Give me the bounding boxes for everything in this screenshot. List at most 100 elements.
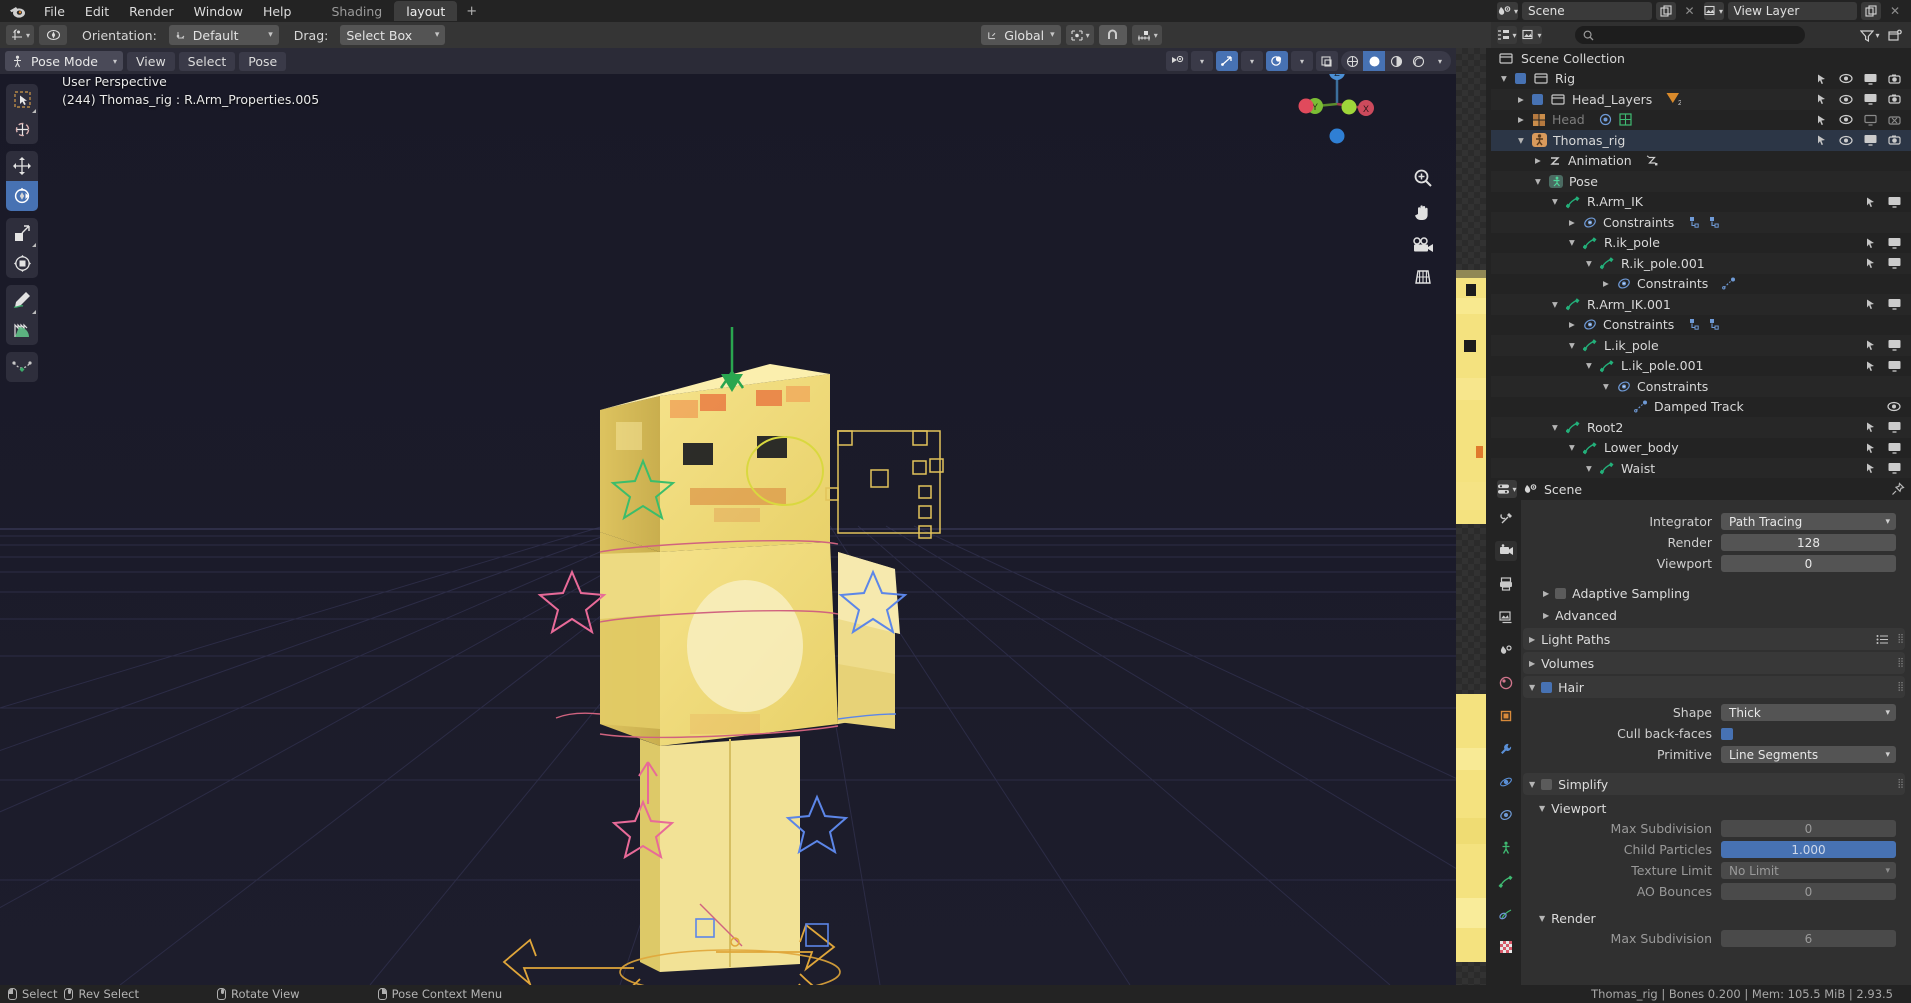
viewport-menu-select[interactable]: Select (178, 51, 236, 71)
properties-editor[interactable]: ▾ Scene Integrator Path Tracing ▾ Render… (1491, 478, 1911, 985)
drag-dropdown[interactable]: Select Box ▾ (340, 25, 446, 45)
render-max-subdivision-field[interactable]: 6 (1721, 930, 1896, 947)
chevron-down-icon[interactable]: ▼ (1586, 258, 1597, 269)
hair-checkbox[interactable] (1541, 681, 1553, 693)
monitor-toggle[interactable] (1864, 73, 1877, 85)
tool-rotate[interactable] (6, 181, 38, 211)
eye-toggle[interactable] (1839, 135, 1853, 146)
tool-annotate[interactable] (6, 285, 38, 315)
object-tab[interactable] (1495, 706, 1517, 726)
3d-viewport[interactable]: Pose Mode ▾ View Select Pose ▾ ▾ ▾ ▾ Use… (0, 48, 1456, 985)
outliner-row[interactable]: Damped Track (1491, 397, 1911, 418)
workspace-tab-shading[interactable]: Shading (319, 1, 394, 21)
outliner-row[interactable]: ▶ Constraints (1491, 315, 1911, 336)
physics-tab[interactable] (1495, 772, 1517, 792)
monitor-toggle[interactable] (1888, 257, 1901, 269)
texture-tab[interactable] (1495, 937, 1517, 957)
output-tab[interactable] (1495, 574, 1517, 594)
monitor-off-toggle[interactable] (1864, 114, 1877, 126)
view-layer-name-field[interactable]: View Layer (1727, 2, 1858, 20)
outliner-row[interactable]: ▼ Root2 (1491, 417, 1911, 438)
world-tab[interactable] (1495, 673, 1517, 693)
restrict-select-toggle[interactable] (1816, 93, 1828, 105)
monitor-toggle[interactable] (1888, 421, 1901, 433)
outliner-row[interactable]: ▼ Pose (1491, 171, 1911, 192)
outliner-editor[interactable]: ▾ Scene ✕ ▾ View Layer ✕ ▾ ▾ ▾ Scene Col… (1491, 0, 1911, 478)
render-samples-field[interactable]: 128 (1721, 534, 1896, 551)
shading-solid[interactable] (1363, 51, 1385, 71)
shading-mode-group[interactable]: ▾ (1341, 51, 1451, 71)
primitive-dropdown[interactable]: Line Segments ▾ (1721, 746, 1896, 763)
shading-rendered[interactable] (1407, 51, 1429, 71)
tool-transform[interactable] (6, 248, 38, 278)
camera-toggle[interactable] (1888, 73, 1901, 85)
chevron-down-icon[interactable]: ▼ (1552, 299, 1563, 310)
view-layer-tab[interactable] (1495, 607, 1517, 627)
outliner-row[interactable]: ▼ R.Arm_IK (1491, 192, 1911, 213)
chevron-down-icon[interactable]: ▼ (1501, 73, 1512, 84)
pan-view-icon[interactable] (1413, 202, 1433, 222)
tool-measure[interactable] (6, 315, 38, 345)
new-view-layer-icon[interactable] (1861, 2, 1882, 20)
shading-material-preview[interactable] (1385, 51, 1407, 71)
chevron-down-icon[interactable]: ▼ (1535, 176, 1546, 187)
integrator-dropdown[interactable]: Path Tracing ▾ (1721, 513, 1896, 530)
camera-off-toggle[interactable] (1888, 114, 1901, 126)
rotate-gizmo-icon[interactable] (39, 25, 68, 45)
menu-window[interactable]: Window (184, 2, 253, 20)
scene-tab[interactable] (1495, 640, 1517, 660)
monitor-toggle[interactable] (1888, 462, 1901, 474)
outliner-row[interactable]: ▼ Rig (1491, 69, 1911, 90)
restrict-select-toggle[interactable] (1816, 114, 1828, 126)
image-editor-strip[interactable] (1456, 48, 1491, 985)
new-collection-icon[interactable] (1885, 26, 1905, 44)
ao-bounces-field[interactable]: 0 (1721, 883, 1896, 900)
max-subdivision-field[interactable]: 0 (1721, 820, 1896, 837)
shape-dropdown[interactable]: Thick ▾ (1721, 704, 1896, 721)
overlays-dropdown[interactable]: ▾ (1291, 51, 1313, 71)
menu-render[interactable]: Render (119, 2, 184, 20)
adaptive-sampling-panel-header[interactable]: ▶ Adaptive Sampling (1521, 582, 1911, 604)
restrict-select-toggle[interactable] (1816, 73, 1828, 85)
volumes-panel-header[interactable]: ▶ Volumes ⣿ (1523, 652, 1905, 674)
restrict-select-toggle[interactable] (1865, 298, 1877, 310)
transform-pivot-icon[interactable]: ▾ (6, 25, 35, 45)
shading-wireframe[interactable] (1341, 51, 1363, 71)
hair-panel-header[interactable]: ▼ Hair ⣿ (1523, 676, 1905, 698)
panel-drag-handle[interactable]: ⣿ (1897, 634, 1905, 644)
chevron-down-icon[interactable]: ▼ (1603, 381, 1614, 392)
tool-cursor[interactable] (6, 114, 38, 144)
render-tab[interactable] (1495, 541, 1517, 561)
preset-list-icon[interactable] (1876, 634, 1889, 645)
monitor-toggle[interactable] (1888, 360, 1901, 372)
restrict-select-toggle[interactable] (1865, 257, 1877, 269)
outliner-row[interactable]: ▼ L.ik_pole.001 (1491, 356, 1911, 377)
outliner-row[interactable]: ▼ R.ik_pole (1491, 233, 1911, 254)
magnet-icon[interactable] (1098, 25, 1127, 45)
simplify-viewport-subpanel-header[interactable]: ▼ Viewport (1521, 797, 1911, 819)
simplify-checkbox[interactable] (1541, 778, 1553, 790)
outliner-row[interactable]: ▶ Constraints (1491, 212, 1911, 233)
tool-bone[interactable] (6, 352, 38, 382)
texture-limit-dropdown[interactable]: No Limit ▾ (1721, 862, 1896, 879)
eye-toggle[interactable] (1839, 73, 1853, 84)
chevron-down-icon[interactable]: ▼ (1569, 237, 1580, 248)
restrict-select-toggle[interactable] (1865, 360, 1877, 372)
armature-data-tab[interactable] (1495, 838, 1517, 858)
outliner-row[interactable]: ▼ R.Arm_IK.001 (1491, 294, 1911, 315)
remove-scene-icon[interactable]: ✕ (1680, 2, 1700, 20)
restrict-select-toggle[interactable] (1865, 442, 1877, 454)
pin-icon[interactable] (1891, 482, 1905, 496)
monitor-toggle[interactable] (1888, 298, 1901, 310)
tool-scale[interactable] (6, 218, 38, 248)
menu-help[interactable]: Help (253, 2, 302, 20)
monitor-toggle[interactable] (1864, 134, 1877, 146)
outliner-row-scene-collection[interactable]: Scene Collection (1491, 48, 1911, 69)
outliner-row[interactable]: ▼ L.ik_pole (1491, 335, 1911, 356)
outliner-tree[interactable]: Scene Collection ▼ Rig ▶ Head_Layers 2 ▶ Head ▼… (1491, 48, 1911, 478)
outliner-row[interactable]: ▼ Lower_body (1491, 438, 1911, 459)
shading-dropdown[interactable]: ▾ (1429, 51, 1451, 71)
restrict-select-toggle[interactable] (1865, 339, 1877, 351)
blender-logo-icon[interactable] (6, 2, 28, 20)
outliner-row[interactable]: ▼ Thomas_rig (1491, 130, 1911, 151)
